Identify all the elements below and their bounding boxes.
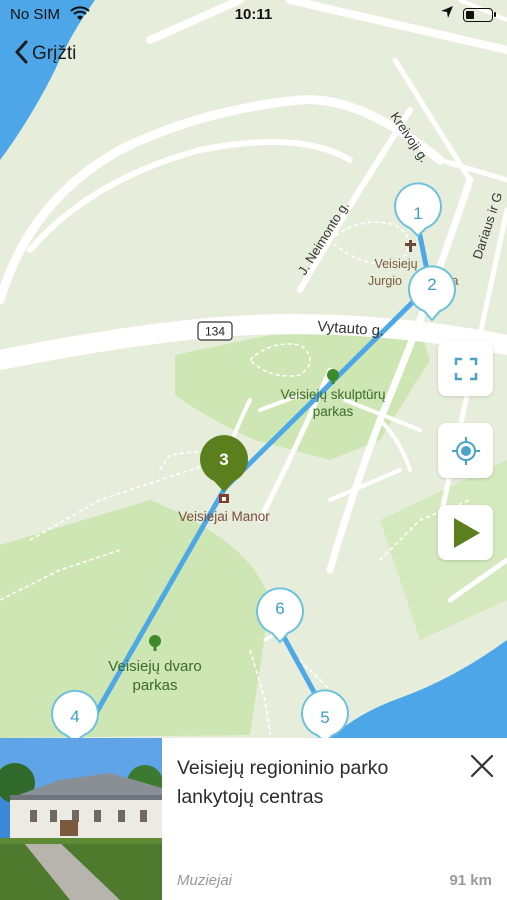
clock: 10:11	[234, 6, 273, 23]
svg-text:4: 4	[70, 707, 79, 726]
place-label-church-2: Jurgio	[368, 274, 402, 288]
svg-text:6: 6	[275, 599, 284, 618]
poi-distance: 91 km	[449, 872, 492, 889]
crosshair-icon	[451, 436, 480, 465]
svg-text:1: 1	[413, 204, 422, 223]
close-button[interactable]	[466, 750, 498, 782]
poi-title: Veisiejų regioninio parko lankytojų cent…	[177, 757, 389, 808]
close-icon	[470, 754, 494, 778]
locate-button[interactable]	[438, 423, 493, 478]
place-label-sculpture-park-2: parkas	[313, 404, 354, 419]
poi-photo	[0, 738, 162, 900]
poi-card[interactable]: Veisiejų regioninio parko lankytojų cent…	[0, 738, 507, 900]
place-label-manor-park-2: parkas	[132, 677, 177, 694]
status-bar: No SIM 10:11	[0, 0, 507, 32]
back-label: Grįžti	[32, 43, 77, 64]
fullscreen-icon	[454, 357, 477, 380]
poi-category: Muziejai	[177, 872, 233, 889]
play-icon	[453, 517, 480, 548]
place-label-manor: Veisiejai Manor	[178, 509, 270, 524]
place-label-church-1: Veisiejų	[374, 257, 417, 271]
svg-text:134: 134	[205, 325, 225, 339]
svg-text:5: 5	[320, 708, 329, 727]
route-shield-134: 134	[197, 321, 233, 341]
fullscreen-button[interactable]	[438, 341, 493, 396]
place-label-sculpture-park-1: Veisiejų skulptūrų	[280, 387, 385, 402]
back-button[interactable]: Grįžti	[14, 40, 76, 68]
location-arrow-icon	[440, 5, 454, 22]
place-label-manor-park-1: Veisiejų dvaro	[108, 658, 201, 675]
svg-text:3: 3	[219, 450, 228, 469]
battery-icon	[463, 8, 496, 22]
play-button[interactable]	[438, 505, 493, 560]
chevron-left-icon	[14, 40, 28, 68]
museum-icon	[219, 494, 229, 503]
svg-text:2: 2	[427, 275, 436, 294]
